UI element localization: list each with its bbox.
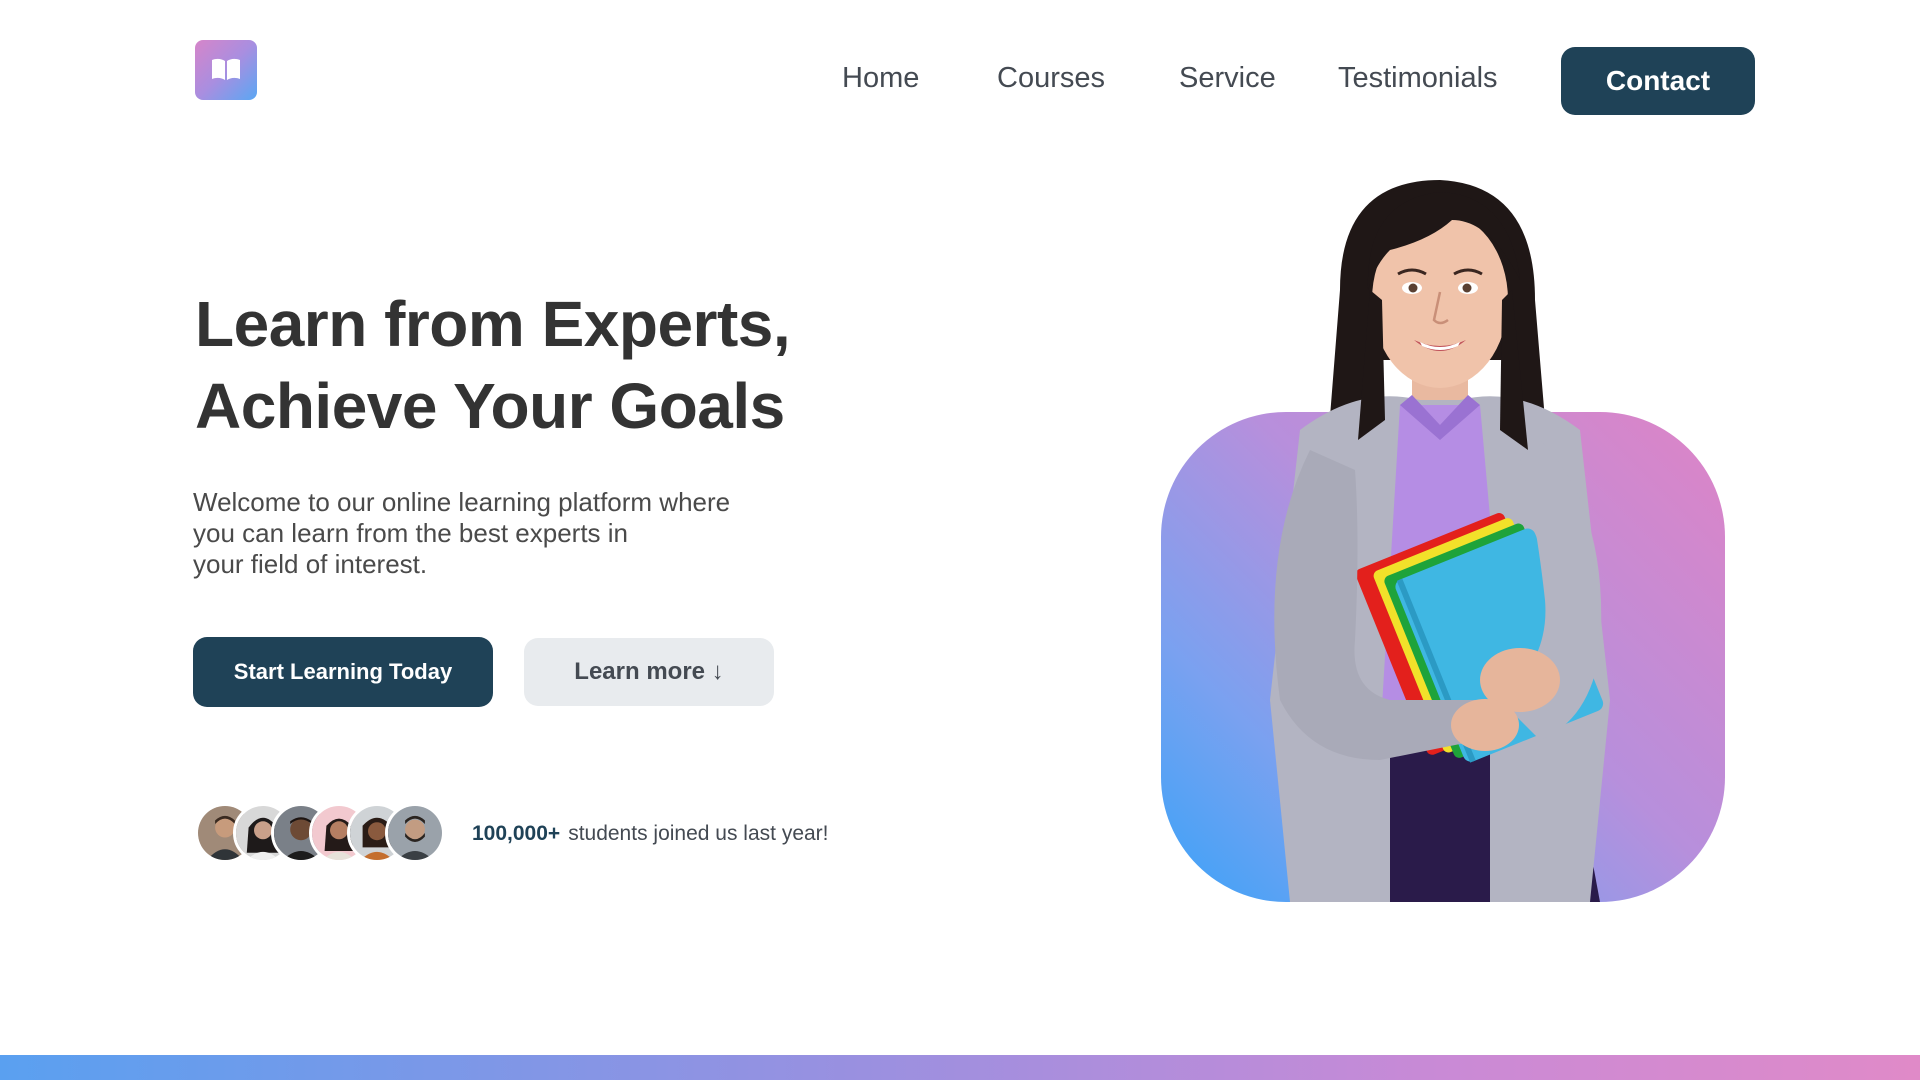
start-learning-button[interactable]: Start Learning Today xyxy=(193,637,493,707)
hero-description: Welcome to our online learning platform … xyxy=(193,487,813,580)
bottom-gradient-bar xyxy=(0,1055,1920,1080)
students-joined-label: students joined us last year! xyxy=(568,822,829,845)
nav-courses[interactable]: Courses xyxy=(997,60,1105,96)
hero-description-line: your field of interest. xyxy=(193,549,428,579)
hero-title: Learn from Experts, Achieve Your Goals xyxy=(195,283,791,447)
hero-title-line: Learn from Experts, xyxy=(195,288,791,360)
students-count: 100,000+ xyxy=(472,822,561,845)
logo[interactable] xyxy=(195,40,257,100)
nav-home[interactable]: Home xyxy=(842,60,919,96)
nav-service[interactable]: Service xyxy=(1179,60,1276,96)
students-joined-text: 100,000+ students joined us last year! xyxy=(472,822,829,846)
contact-button[interactable]: Contact xyxy=(1561,47,1755,115)
landing-page: Home Courses Service Testimonials Contac… xyxy=(0,0,1920,1080)
student-avatars xyxy=(195,803,445,863)
hero-description-line: you can learn from the best experts in xyxy=(193,518,629,548)
hero-title-line: Achieve Your Goals xyxy=(195,370,785,442)
open-book-icon xyxy=(212,58,240,80)
nav-testimonials[interactable]: Testimonials xyxy=(1338,60,1498,96)
student-photo xyxy=(1270,180,1610,902)
hero-description-line: Welcome to our online learning platform … xyxy=(193,487,731,517)
learn-more-button[interactable]: Learn more ↓ xyxy=(524,638,774,706)
avatar xyxy=(385,803,445,863)
